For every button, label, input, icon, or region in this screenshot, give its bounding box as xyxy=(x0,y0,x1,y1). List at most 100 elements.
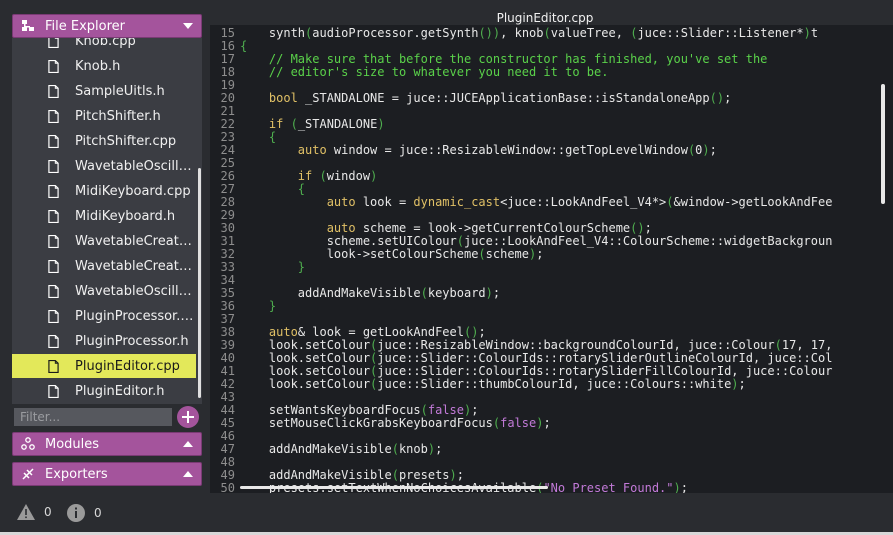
code-text: auto window = juce::ResizableWindow::get… xyxy=(297,143,717,157)
file-item[interactable]: PitchShifter.cpp xyxy=(12,129,196,153)
file-item[interactable]: MidiKeyboard.h xyxy=(12,204,196,228)
file-item[interactable]: PluginProcessor.h xyxy=(12,329,196,353)
file-icon xyxy=(48,259,59,273)
file-icon xyxy=(48,234,59,248)
file-icon xyxy=(48,184,59,198)
info-indicator[interactable]: 0 xyxy=(66,503,102,523)
code-text: if (window) xyxy=(297,169,378,183)
line-number: 50 xyxy=(220,481,235,494)
code-line[interactable]: 20 bool _STANDALONE = juce::JUCEApplicat… xyxy=(210,91,732,105)
code-line[interactable]: 36 } xyxy=(210,299,277,313)
file-name: WavetableCreator.h xyxy=(75,258,196,274)
warning-icon xyxy=(17,504,35,520)
add-file-button[interactable] xyxy=(177,406,199,428)
file-icon xyxy=(48,334,59,348)
chevron-down-icon xyxy=(183,23,193,29)
modules-icon xyxy=(20,436,36,452)
file-explorer-header[interactable]: File Explorer xyxy=(12,14,202,38)
exporters-label: Exporters xyxy=(45,466,108,482)
file-item[interactable]: WavetableOscillato... xyxy=(12,279,196,303)
code-text: auto& look = getLookAndFeel(); xyxy=(268,325,486,339)
code-text: setWantsKeyboardFocus(false); xyxy=(240,403,479,417)
chevron-up-icon xyxy=(183,471,193,477)
file-tree: Knob.cpp Knob.h SampleUitls.h PitchShifter.… xyxy=(12,38,202,404)
code-text: look.setColour(juce::Slider::ColourIds::… xyxy=(240,364,833,378)
code-text: // Make sure that before the constructor… xyxy=(240,52,768,66)
code-text: { xyxy=(240,39,248,53)
file-tree-scrollbar[interactable] xyxy=(198,168,201,398)
file-icon xyxy=(48,359,59,373)
file-icon xyxy=(48,134,59,148)
chevron-up-icon xyxy=(183,441,193,447)
file-name: WavetableCreator.... xyxy=(75,233,196,249)
code-text: bool _STANDALONE = juce::JUCEApplication… xyxy=(268,91,732,105)
file-icon xyxy=(48,309,59,323)
file-name: WavetableOscillato... xyxy=(75,158,196,174)
file-name: MidiKeyboard.h xyxy=(75,208,176,224)
code-text: } xyxy=(297,260,306,274)
modules-label: Modules xyxy=(45,436,100,452)
file-icon xyxy=(48,84,59,98)
code-line[interactable]: 45 setMouseClickGrabsKeyboardFocus(false… xyxy=(210,417,551,430)
file-icon xyxy=(48,109,59,123)
file-name: WavetableOscillato... xyxy=(75,283,196,299)
file-name: PluginProcessor.cpp xyxy=(75,308,196,324)
code-line[interactable]: 22 if (_STANDALONE) xyxy=(210,118,385,131)
code-text: addAndMakeVisible(keyboard); xyxy=(240,286,501,300)
filter-input[interactable] xyxy=(14,408,172,426)
code-text: scheme.setUIColour(juce::LookAndFeel_V4:… xyxy=(240,234,833,248)
file-icon xyxy=(48,159,59,173)
code-text: } xyxy=(268,299,277,313)
file-icon xyxy=(48,59,59,73)
editor-title: PluginEditor.cpp xyxy=(496,11,594,25)
file-item[interactable]: PluginProcessor.cpp xyxy=(12,304,196,328)
editor-horizontal-scrollbar[interactable] xyxy=(240,486,548,489)
code-line[interactable]: 28 auto look = dynamic_cast<juce::LookAn… xyxy=(210,195,833,209)
code-text: look.setColour(juce::ResizableWindow::ba… xyxy=(240,338,833,352)
file-name: SampleUitls.h xyxy=(75,83,165,99)
code-text: auto look = dynamic_cast<juce::LookAndFe… xyxy=(326,195,833,209)
file-icon xyxy=(48,284,59,298)
warnings-indicator[interactable]: 0 xyxy=(16,503,52,521)
file-icon xyxy=(48,209,59,223)
file-name: Knob.h xyxy=(75,58,121,74)
file-item[interactable]: Knob.cpp xyxy=(12,38,196,53)
code-text: look->setColourScheme(scheme); xyxy=(240,247,544,261)
code-editor[interactable]: 15 synth(audioProcessor.getSynth()), kno… xyxy=(210,25,893,493)
file-item[interactable]: SampleUitls.h xyxy=(12,79,196,103)
file-item[interactable]: WavetableCreator.... xyxy=(12,229,196,253)
code-line[interactable]: 18 // editor's size to whatever you need… xyxy=(210,66,609,79)
modules-header[interactable]: Modules xyxy=(12,432,202,456)
code-text: look.setColour(juce::Slider::thumbColour… xyxy=(240,377,746,391)
info-icon xyxy=(67,504,85,522)
code-text: setMouseClickGrabsKeyboardFocus(false); xyxy=(240,416,551,430)
file-item[interactable]: PitchShifter.h xyxy=(12,104,196,128)
code-line[interactable]: 24 auto window = juce::ResizableWindow::… xyxy=(210,144,717,157)
file-item[interactable]: PluginEditor.h xyxy=(12,379,196,403)
code-text: { xyxy=(268,130,277,144)
exporters-header[interactable]: Exporters xyxy=(12,462,202,486)
code-text: if (_STANDALONE) xyxy=(268,117,385,131)
code-line[interactable]: 42 look.setColour(juce::Slider::thumbCol… xyxy=(210,378,746,391)
code-text: addAndMakeVisible(presets); xyxy=(240,468,464,482)
info-count: 0 xyxy=(94,506,102,520)
code-line[interactable]: 47 addAndMakeVisible(knob); xyxy=(210,443,443,456)
code-line[interactable]: 15 synth(audioProcessor.getSynth()), kno… xyxy=(210,26,819,40)
file-name: MidiKeyboard.cpp xyxy=(75,183,191,199)
code-text: synth(audioProcessor.getSynth()), knob(v… xyxy=(240,26,819,40)
project-panel: File Explorer Knob.cpp Knob.h SampleUitls.… xyxy=(0,0,210,535)
file-item[interactable]: MidiKeyboard.cpp xyxy=(12,179,196,203)
file-item[interactable]: WavetableOscillato... xyxy=(12,154,196,178)
file-name: PluginProcessor.h xyxy=(75,333,189,349)
file-name: PitchShifter.cpp xyxy=(75,133,177,149)
plus-icon xyxy=(182,411,194,423)
file-name: PluginEditor.cpp xyxy=(75,358,180,374)
status-bar: 0 0 xyxy=(0,493,893,535)
file-item[interactable]: Knob.h xyxy=(12,54,196,78)
editor-vertical-scrollbar[interactable] xyxy=(881,84,885,204)
file-icon xyxy=(48,38,59,48)
file-explorer-label: File Explorer xyxy=(45,18,126,34)
code-text: { xyxy=(297,182,306,196)
file-item[interactable]: WavetableCreator.h xyxy=(12,254,196,278)
file-item[interactable]: PluginEditor.cpp xyxy=(12,354,196,378)
